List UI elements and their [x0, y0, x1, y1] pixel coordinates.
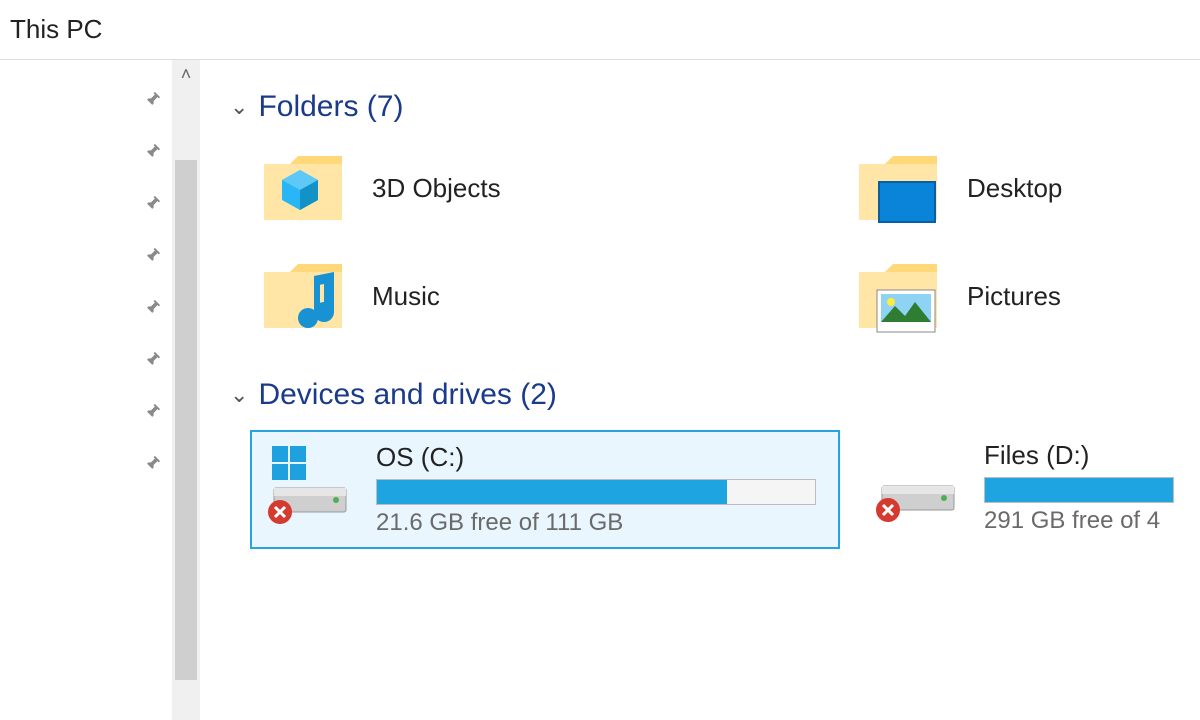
- scrollbar[interactable]: ˄: [172, 60, 200, 720]
- drive-usage-bar: [984, 477, 1174, 503]
- folder-label: Desktop: [967, 173, 1062, 204]
- folder-desktop[interactable]: Desktop: [855, 142, 1155, 250]
- chevron-down-icon: ⌄: [230, 94, 248, 120]
- folders-group-header[interactable]: ⌄ Folders (7): [230, 90, 1200, 124]
- folder-3d-objects[interactable]: 3D Objects: [260, 142, 855, 250]
- pin-icon[interactable]: [140, 142, 162, 164]
- folder-pictures-icon: [855, 256, 941, 336]
- pin-icon[interactable]: [140, 90, 162, 112]
- drive-free-text: 21.6 GB free of 111 GB: [376, 509, 824, 537]
- folders-header-label: Folders (7): [258, 90, 403, 124]
- drive-usage-fill: [377, 480, 727, 504]
- pin-icon[interactable]: [140, 194, 162, 216]
- pin-icon[interactable]: [140, 246, 162, 268]
- folder-label: Music: [372, 281, 440, 312]
- drive-usage-bar: [376, 479, 816, 505]
- drive-os-icon: [266, 442, 354, 526]
- drive-icon: [874, 440, 962, 524]
- content-pane: ⌄ Folders (7) 3D Objects: [200, 60, 1200, 720]
- drives-group-header[interactable]: ⌄ Devices and drives (2): [230, 378, 1200, 412]
- folder-3d-icon: [260, 148, 346, 228]
- drives-header-label: Devices and drives (2): [258, 378, 556, 412]
- window-title: This PC: [10, 14, 102, 44]
- pin-icon[interactable]: [140, 298, 162, 320]
- drive-label: Files (D:): [984, 440, 1176, 471]
- pinned-items: [0, 60, 172, 720]
- pin-icon[interactable]: [140, 454, 162, 476]
- nav-sidebar: ˄: [0, 60, 200, 720]
- pin-icon[interactable]: [140, 402, 162, 424]
- title-bar: This PC: [0, 0, 1200, 60]
- scroll-thumb[interactable]: [175, 160, 197, 680]
- drive-c[interactable]: OS (C:) 21.6 GB free of 111 GB: [250, 430, 840, 549]
- folder-label: Pictures: [967, 281, 1061, 312]
- drive-label: OS (C:): [376, 442, 824, 473]
- pin-icon[interactable]: [140, 350, 162, 372]
- folder-music-icon: [260, 256, 346, 336]
- scroll-up-icon[interactable]: ˄: [172, 64, 200, 85]
- chevron-down-icon: ⌄: [230, 382, 248, 408]
- folder-music[interactable]: Music: [260, 250, 855, 358]
- drive-d[interactable]: Files (D:) 291 GB free of 4: [860, 430, 1190, 549]
- folder-desktop-icon: [855, 148, 941, 228]
- drive-free-text: 291 GB free of 4: [984, 507, 1176, 535]
- folder-pictures[interactable]: Pictures: [855, 250, 1155, 358]
- folder-label: 3D Objects: [372, 173, 501, 204]
- drive-usage-fill: [985, 478, 1173, 502]
